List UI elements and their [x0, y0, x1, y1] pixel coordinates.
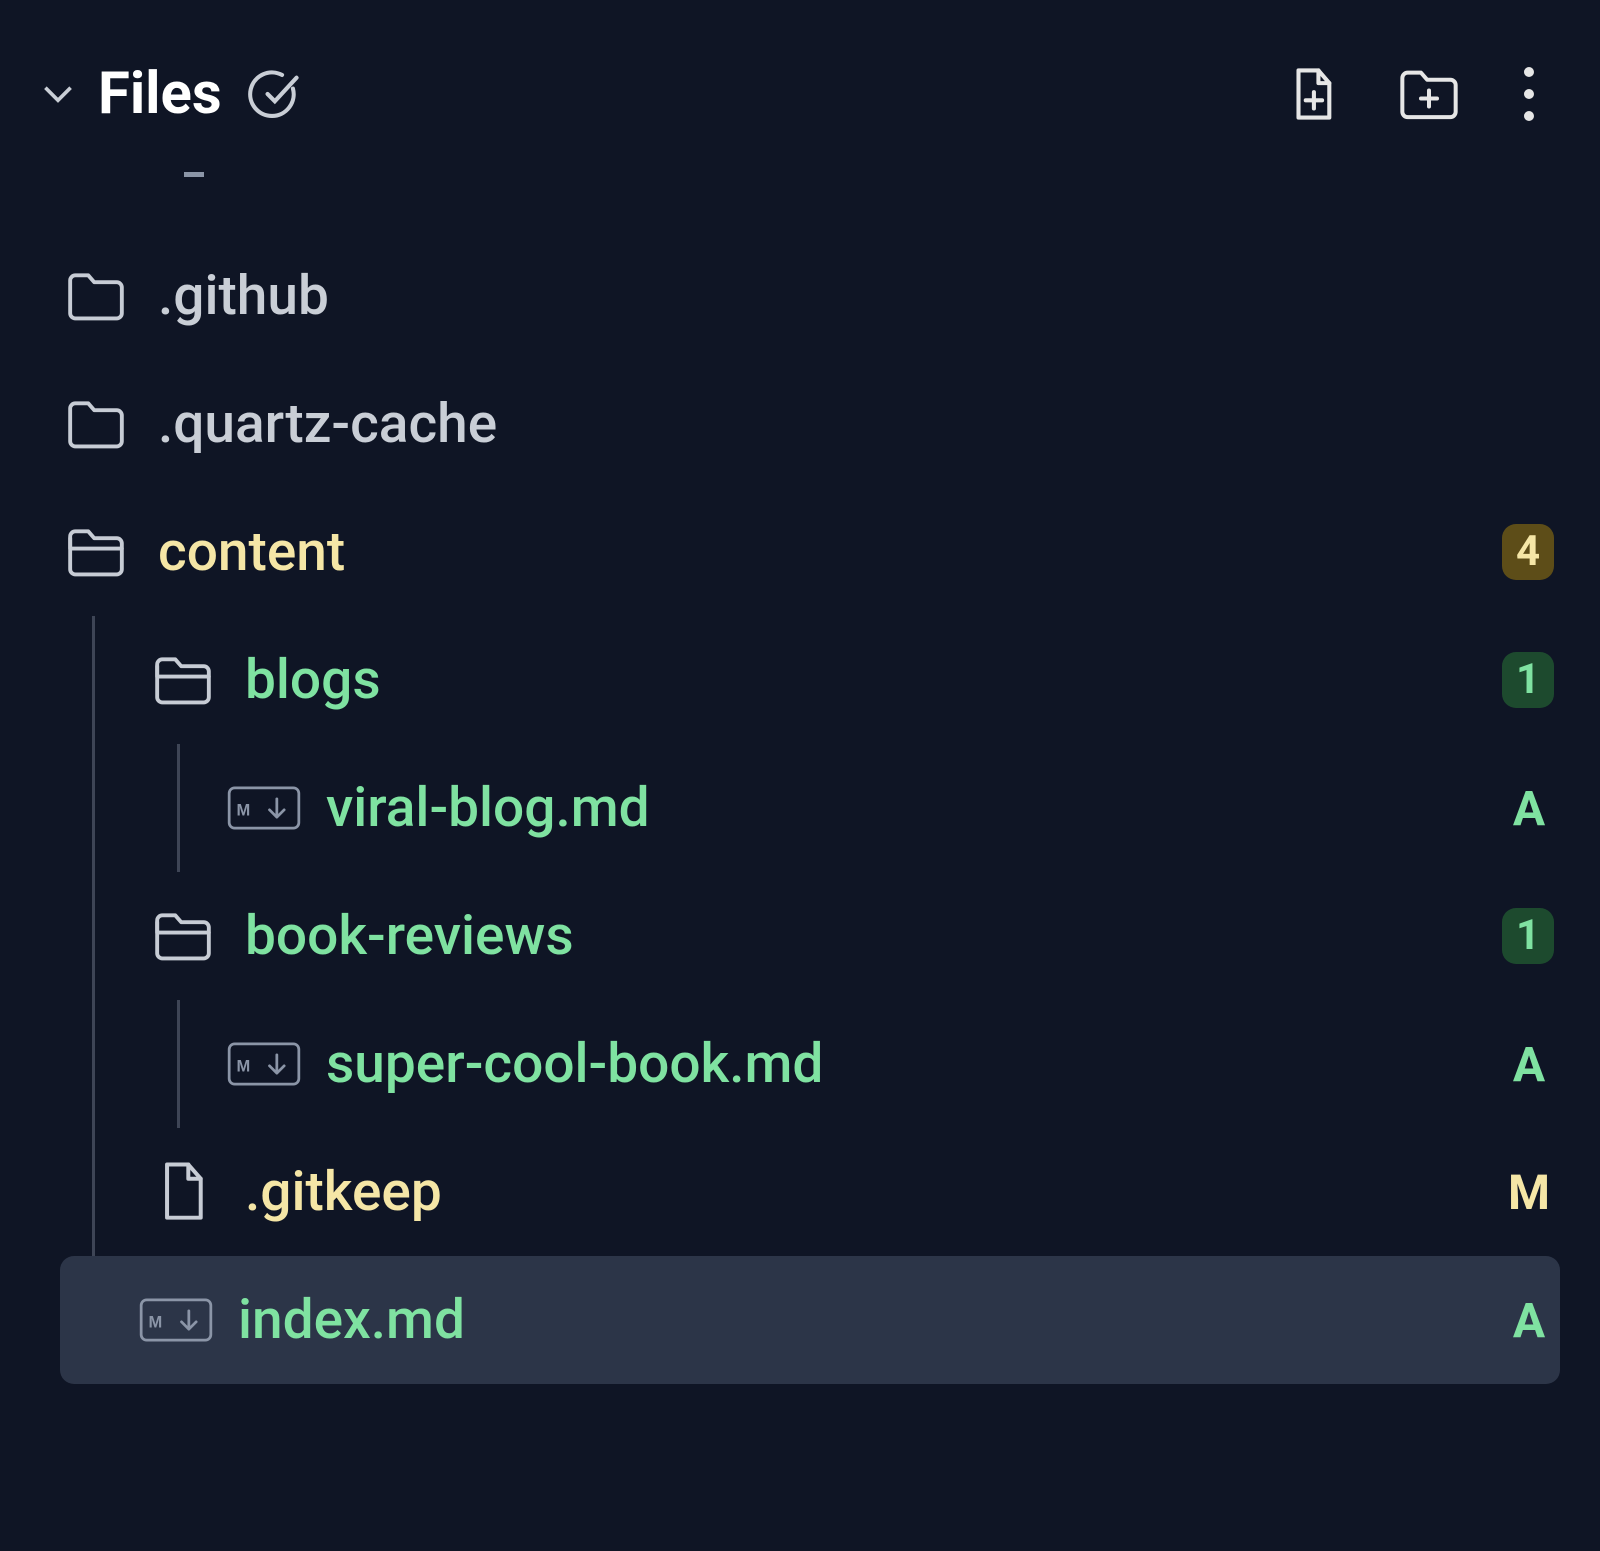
change-count-badge: 1 [1502, 908, 1554, 964]
file-label: viral-blog.md [326, 776, 1486, 840]
change-count-badge: 4 [1502, 524, 1554, 580]
file-row-super-cool-book[interactable]: M super-cool-book.md A [62, 1000, 1560, 1128]
folder-label: .github [158, 264, 1560, 328]
panel-title: Files [98, 60, 222, 128]
row-fragment [62, 172, 1560, 232]
git-status-letter: A [1504, 1292, 1554, 1349]
git-status-letter: A [1504, 1036, 1554, 1093]
folder-icon [62, 390, 130, 458]
file-row-index-md[interactable]: M index.md A [60, 1256, 1560, 1384]
svg-text:M: M [149, 1313, 163, 1331]
file-row-gitkeep[interactable]: .gitkeep M [62, 1128, 1560, 1256]
svg-text:M: M [237, 801, 251, 819]
svg-text:M: M [237, 1057, 251, 1075]
folder-icon [62, 262, 130, 330]
file-label: .gitkeep [245, 1160, 1486, 1224]
header-actions [1281, 62, 1545, 126]
folder-label: content [158, 520, 1484, 584]
files-panel-header: Files [0, 40, 1600, 172]
folder-row-content[interactable]: content 4 [62, 488, 1560, 616]
change-count-badge: 1 [1502, 652, 1554, 708]
file-row-viral-blog[interactable]: M viral-blog.md A [62, 744, 1560, 872]
folder-row-quartz-cache[interactable]: .quartz-cache [62, 360, 1560, 488]
collapse-panel-button[interactable] [40, 76, 76, 112]
git-status-letter: M [1504, 1164, 1554, 1221]
check-ellipse-icon[interactable] [244, 65, 302, 123]
file-tree: .github .quartz-cache content 4 [0, 172, 1600, 1384]
header-left: Files [40, 60, 1281, 128]
folder-open-icon [62, 518, 130, 586]
folder-open-icon [149, 902, 217, 970]
folder-row-github[interactable]: .github [62, 232, 1560, 360]
more-actions-button[interactable] [1513, 62, 1545, 126]
markdown-file-icon: M [226, 774, 302, 842]
file-label: index.md [238, 1288, 1486, 1352]
new-folder-button[interactable] [1397, 62, 1461, 126]
folder-label: book-reviews [245, 904, 1484, 968]
markdown-file-icon: M [138, 1286, 214, 1354]
folder-row-blogs[interactable]: blogs 1 [62, 616, 1560, 744]
new-file-button[interactable] [1281, 62, 1345, 126]
file-icon [149, 1158, 217, 1226]
git-status-letter: A [1504, 780, 1554, 837]
folder-open-icon [149, 646, 217, 714]
folder-label: .quartz-cache [158, 392, 1560, 456]
markdown-file-icon: M [226, 1030, 302, 1098]
folder-label: blogs [245, 648, 1484, 712]
folder-row-book-reviews[interactable]: book-reviews 1 [62, 872, 1560, 1000]
file-label: super-cool-book.md [326, 1032, 1486, 1096]
